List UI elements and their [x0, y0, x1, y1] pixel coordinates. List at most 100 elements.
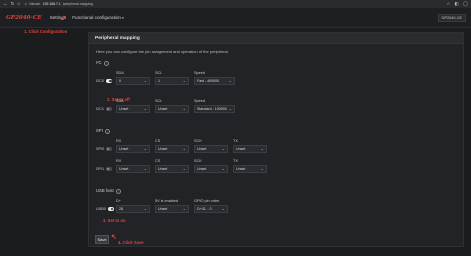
usb0-dplus-select[interactable]: 28 [116, 205, 150, 213]
i2c1-toggle[interactable] [106, 107, 113, 111]
spi-section-title: SPI i [96, 128, 110, 134]
browser-nav: ← ↻ ⌂ [3, 1, 20, 7]
annotation-click-config: 1. Click Configuration [24, 29, 68, 34]
i2c1-scl-value: Unset [158, 107, 168, 111]
menu-functional-configuration[interactable]: Functional configuration [72, 15, 124, 20]
spi1-cs-field: CS Unset [155, 159, 189, 173]
i2c1-scl-select[interactable]: Unset [155, 105, 189, 113]
i2c1-sda-field: SDA Unset [116, 99, 150, 113]
spi1-rx-select[interactable]: Unset [116, 165, 150, 173]
spi1-rx-value: Unset [119, 167, 129, 171]
url-path: /peripheral-mapping [62, 2, 93, 6]
profile-icon[interactable]: ◯ [463, 1, 468, 7]
back-icon[interactable]: ← [3, 1, 8, 7]
not-secure-label: Niezab. [29, 2, 41, 6]
info-icon[interactable]: i [103, 61, 109, 66]
spi1-tx-select[interactable]: Unset [233, 165, 267, 173]
warning-icon: ⚠ [24, 2, 28, 6]
spi0-row: SPI0 RX Unset CS Unset SCK Unset TX Unse… [96, 139, 272, 153]
star-icon[interactable]: ☆ [446, 1, 450, 7]
arrow-icon: ↖ [111, 234, 117, 241]
usb-title: USB host [96, 188, 114, 193]
i2c1-speed-select[interactable]: Standard - 100000 [194, 105, 235, 113]
spi1-sck-select[interactable]: Unset [194, 165, 228, 173]
spi0-cs-value: Unset [158, 147, 168, 151]
i2c0-sda-select[interactable]: 0 [116, 77, 150, 85]
spi0-sck-field: SCK Unset [194, 139, 228, 153]
panel-description: Here you can configure the pin assignmen… [96, 49, 229, 54]
app-logo: GP2040-CE [6, 14, 42, 21]
spi0-cs-field: CS Unset [155, 139, 189, 153]
peripheral-mapping-panel: Peripheral mapping Here you can configur… [88, 32, 464, 247]
arrow-icon: ↙ [60, 15, 66, 22]
spi0-tx-select[interactable]: Unset [233, 145, 267, 153]
spi0-sck-select[interactable]: Unset [194, 145, 228, 153]
spi1-toggle[interactable] [106, 167, 113, 171]
spi0-sck-value: Unset [197, 147, 207, 151]
i2c1-row: I2C1 SDA Unset SCL Unset Speed Standard … [96, 99, 240, 113]
usb0-5v-value: Unset [158, 207, 168, 211]
save-button[interactable]: Save [95, 235, 109, 244]
usb0-5v-field: 5V is enabled Unset [155, 199, 189, 213]
i2c0-label-group: I2C0 [96, 79, 116, 83]
i2c0-toggle[interactable] [106, 79, 113, 83]
i2c0-speed-select[interactable]: Fast - 400000 [194, 77, 235, 85]
usb0-gpio-order-select[interactable]: D+/D- - 0 [194, 205, 228, 213]
usb0-label: USB0 [96, 207, 106, 211]
spi1-tx-field: TX Unset [233, 159, 267, 173]
usb0-5v-select[interactable]: Unset [155, 205, 189, 213]
spi0-rx-field: RX Unset [116, 139, 150, 153]
spi1-cs-select[interactable]: Unset [155, 165, 189, 173]
spi1-sck-field: SCK Unset [194, 159, 228, 173]
spi1-label: SPI1 [96, 167, 105, 171]
i2c1-sda-select[interactable]: Unset [116, 105, 150, 113]
usb0-dplus-value: 28 [119, 207, 123, 211]
spi0-cs-select[interactable]: Unset [155, 145, 189, 153]
info-icon[interactable]: i [115, 189, 121, 194]
i2c0-sda-field: SDA 0 [116, 71, 150, 85]
i2c0-row: I2C0 SDA 0 SCL 1 Speed Fast - 400000 [96, 71, 240, 85]
i2c0-speed-field: Speed Fast - 400000 [194, 71, 235, 85]
usb0-toggle[interactable] [107, 207, 114, 211]
address-bar[interactable]: ⚠ Niezab. 192.168.7.1/peripheral-mapping [24, 2, 93, 6]
usb0-gpio-order-field: GPIO pin order D+/D- - 0 [194, 199, 228, 213]
board-select[interactable]: GP2040-CE [437, 13, 466, 22]
i2c1-scl-field: SCL Unset [155, 99, 189, 113]
spi0-rx-select[interactable]: Unset [116, 145, 150, 153]
spi-title: SPI [96, 128, 103, 133]
annotation-set-on: 3. Set to on [103, 218, 126, 223]
i2c1-sda-value: Unset [119, 107, 129, 111]
info-icon[interactable]: i [104, 129, 110, 134]
spi1-tx-value: Unset [236, 167, 246, 171]
i2c0-label: I2C0 [96, 79, 105, 83]
i2c0-scl-field: SCL 1 [155, 71, 189, 85]
spi1-rx-field: RX Unset [116, 159, 150, 173]
url-host: 192.168.7.1 [42, 2, 61, 6]
spi1-row: SPI1 RX Unset CS Unset SCK Unset TX Unse… [96, 159, 272, 173]
spi1-sck-value: Unset [197, 167, 207, 171]
usb-section-title: USB host i [96, 188, 121, 194]
extensions-icon[interactable]: ◧ [455, 1, 459, 7]
reload-icon[interactable]: ↻ [11, 1, 15, 7]
spi0-tx-value: Unset [236, 147, 246, 151]
i2c0-sda-value: 0 [119, 79, 121, 83]
usb0-row: USB0 D+ 28 5V is enabled Unset GPIO pin … [96, 199, 233, 213]
spi0-toggle[interactable] [106, 147, 113, 151]
browser-toolbar: ← ↻ ⌂ ⚠ Niezab. 192.168.7.1/peripheral-m… [0, 0, 471, 8]
i2c1-speed-value: Standard - 100000 [197, 107, 227, 111]
spi0-label-group: SPI0 [96, 147, 116, 151]
spi1-cs-value: Unset [158, 167, 168, 171]
i2c0-scl-value: 1 [158, 79, 160, 83]
i2c1-label-group: I2C1 [96, 107, 116, 111]
i2c-section-title: I²C i [96, 60, 109, 66]
usb0-dplus-field: D+ 28 [116, 199, 150, 213]
home-icon[interactable]: ⌂ [17, 1, 20, 7]
app-header: GP2040-CE Settings Functional configurat… [0, 8, 471, 28]
i2c0-speed-value: Fast - 400000 [197, 79, 220, 83]
usb0-gpio-order-value: D+/D- - 0 [197, 207, 212, 211]
browser-actions: ☆ ◧ ◯ [446, 1, 468, 7]
panel-title: Peripheral mapping [89, 33, 463, 44]
spi1-label-group: SPI1 [96, 167, 116, 171]
annotation-click-save: 4. Click Save [118, 240, 144, 245]
i2c0-scl-select[interactable]: 1 [155, 77, 189, 85]
